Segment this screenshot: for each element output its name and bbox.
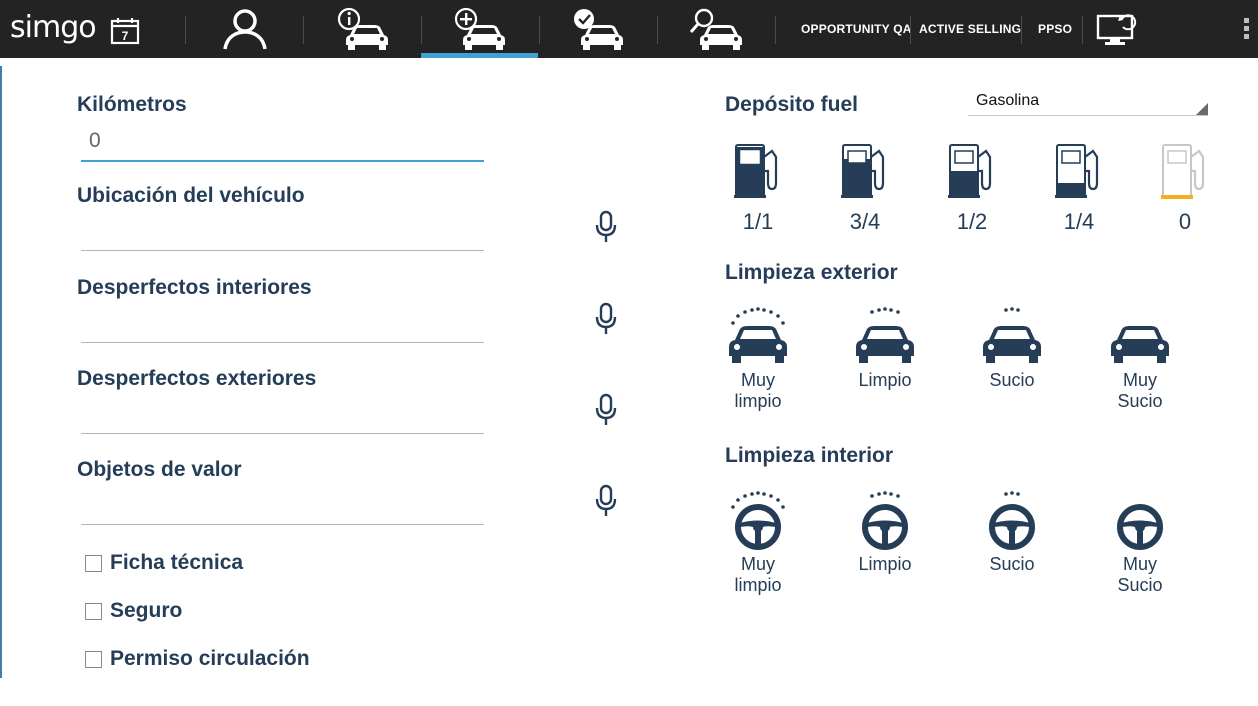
microphone-icon[interactable] xyxy=(594,484,618,518)
car-clean-icon xyxy=(983,307,1041,363)
fuel-pump-icon xyxy=(948,144,992,198)
fuel-level-option[interactable]: 1/1 xyxy=(708,143,808,235)
interior-cleaning-option[interactable]: Muy Sucio xyxy=(1090,490,1190,596)
exterior-cleaning-option[interactable]: Muy limpio xyxy=(708,306,808,412)
nav-vehicle-info[interactable] xyxy=(304,0,421,58)
divider xyxy=(1082,16,1083,44)
dropdown-arrow-icon xyxy=(1196,103,1208,115)
interior-cleaning-option[interactable]: Sucio xyxy=(962,490,1062,575)
permiso-checkbox[interactable] xyxy=(85,650,102,668)
location-label: Ubicación del vehículo xyxy=(77,184,305,207)
sync-screen-button[interactable] xyxy=(1092,0,1144,58)
ficha-tecnica-label: Ficha técnica xyxy=(110,551,244,574)
nav-vehicle-check[interactable] xyxy=(539,0,657,58)
exterior-cleaning-label: Muy Sucio xyxy=(1117,370,1163,411)
car-check-icon xyxy=(574,9,623,50)
fuel-type-value: Gasolina xyxy=(976,92,1040,109)
divider xyxy=(1021,16,1022,44)
fuel-pump-icon xyxy=(841,144,885,198)
active-selling-link[interactable]: ACTIVE SELLING xyxy=(919,0,1021,58)
nav-vehicle-search[interactable] xyxy=(657,0,775,58)
divider xyxy=(910,16,911,44)
exterior-cleaning-label: Sucio xyxy=(989,370,1035,390)
permiso-label: Permiso circulación xyxy=(110,647,310,670)
opportunity-qa-link[interactable]: OPPORTUNITY QA xyxy=(801,0,912,58)
steering-wheel-icon xyxy=(989,491,1035,550)
fuel-level-label: 1/1 xyxy=(742,209,774,234)
fuel-level-label: 0 xyxy=(1178,209,1192,234)
microphone-icon[interactable] xyxy=(594,393,618,427)
permiso-checkbox-row[interactable]: Permiso circulación xyxy=(85,647,310,671)
nav-user[interactable] xyxy=(186,0,303,58)
fuel-level-label: 1/2 xyxy=(956,209,988,234)
exterior-cleaning-label: Muy limpio xyxy=(734,370,782,411)
user-icon xyxy=(222,9,267,50)
interior-cleaning-label: Muy limpio xyxy=(734,554,782,595)
exterior-cleaning-option[interactable]: Muy Sucio xyxy=(1090,306,1190,412)
divider xyxy=(775,16,776,44)
interior-cleaning-label: Muy Sucio xyxy=(1117,554,1163,595)
exterior-damage-input[interactable] xyxy=(81,394,484,434)
app-logo[interactable]: simgo 7 xyxy=(10,8,140,50)
fuel-type-select[interactable]: Gasolina xyxy=(968,88,1208,116)
steering-wheel-icon xyxy=(1117,504,1163,550)
ficha-tecnica-checkbox[interactable] xyxy=(85,554,102,572)
overflow-menu-icon[interactable] xyxy=(1244,18,1250,39)
fuel-level-label: 1/4 xyxy=(1063,209,1095,234)
fuel-pump-icon xyxy=(1055,144,1099,198)
car-clean-icon xyxy=(1111,326,1169,363)
interior-cleaning-option[interactable]: Limpio xyxy=(835,490,935,575)
exterior-cleaning-title: Limpieza exterior xyxy=(725,261,898,284)
exterior-cleaning-option[interactable]: Limpio xyxy=(835,306,935,391)
km-label: Kilómetros xyxy=(77,93,187,116)
fuel-level-option[interactable]: 0 xyxy=(1135,143,1235,235)
car-search-icon xyxy=(689,8,742,50)
car-clean-icon xyxy=(856,307,914,363)
fuel-pump-icon xyxy=(734,144,778,198)
monitor-sync-icon xyxy=(1096,14,1137,45)
fuel-pump-icon xyxy=(1161,144,1205,199)
exterior-damage-label: Desperfectos exteriores xyxy=(77,367,317,390)
valuables-input[interactable] xyxy=(81,485,484,525)
seguro-checkbox-row[interactable]: Seguro xyxy=(85,599,182,623)
ficha-tecnica-checkbox-row[interactable]: Ficha técnica xyxy=(85,551,243,575)
microphone-icon[interactable] xyxy=(594,302,618,336)
fuel-level-label: 3/4 xyxy=(849,209,881,234)
ppso-link[interactable]: PPSO xyxy=(1038,0,1072,58)
interior-cleaning-label: Limpio xyxy=(858,554,912,574)
valuables-label: Objetos de valor xyxy=(77,458,242,481)
nav-vehicle-add[interactable] xyxy=(421,0,538,58)
km-input[interactable] xyxy=(81,122,484,162)
calendar-icon: 7 xyxy=(110,18,140,45)
fuel-section-title: Depósito fuel xyxy=(725,93,859,116)
exterior-cleaning-label: Limpio xyxy=(858,370,912,390)
location-input[interactable] xyxy=(81,211,484,251)
interior-cleaning-title: Limpieza interior xyxy=(725,444,894,467)
car-clean-icon xyxy=(729,307,787,363)
logo-text: simgo xyxy=(10,10,97,45)
car-add-icon xyxy=(454,7,505,50)
calendar-day: 7 xyxy=(122,29,129,43)
interior-cleaning-option[interactable]: Muy limpio xyxy=(708,490,808,596)
left-border xyxy=(0,66,2,678)
microphone-icon[interactable] xyxy=(594,210,618,244)
fuel-level-option[interactable]: 1/2 xyxy=(922,143,1022,235)
interior-damage-label: Desperfectos interiores xyxy=(77,276,312,299)
fuel-level-option[interactable]: 3/4 xyxy=(815,143,915,235)
exterior-cleaning-option[interactable]: Sucio xyxy=(962,306,1062,391)
interior-cleaning-label: Sucio xyxy=(989,554,1035,574)
steering-wheel-icon xyxy=(731,491,785,550)
car-info-icon xyxy=(337,7,388,50)
fuel-level-option[interactable]: 1/4 xyxy=(1029,143,1129,235)
interior-damage-input[interactable] xyxy=(81,303,484,343)
steering-wheel-icon xyxy=(862,491,908,550)
seguro-label: Seguro xyxy=(110,599,183,622)
top-app-bar: simgo 7 OPPORTUNITY QA ACTIVE SELLING PP… xyxy=(0,0,1258,58)
seguro-checkbox[interactable] xyxy=(85,602,102,620)
